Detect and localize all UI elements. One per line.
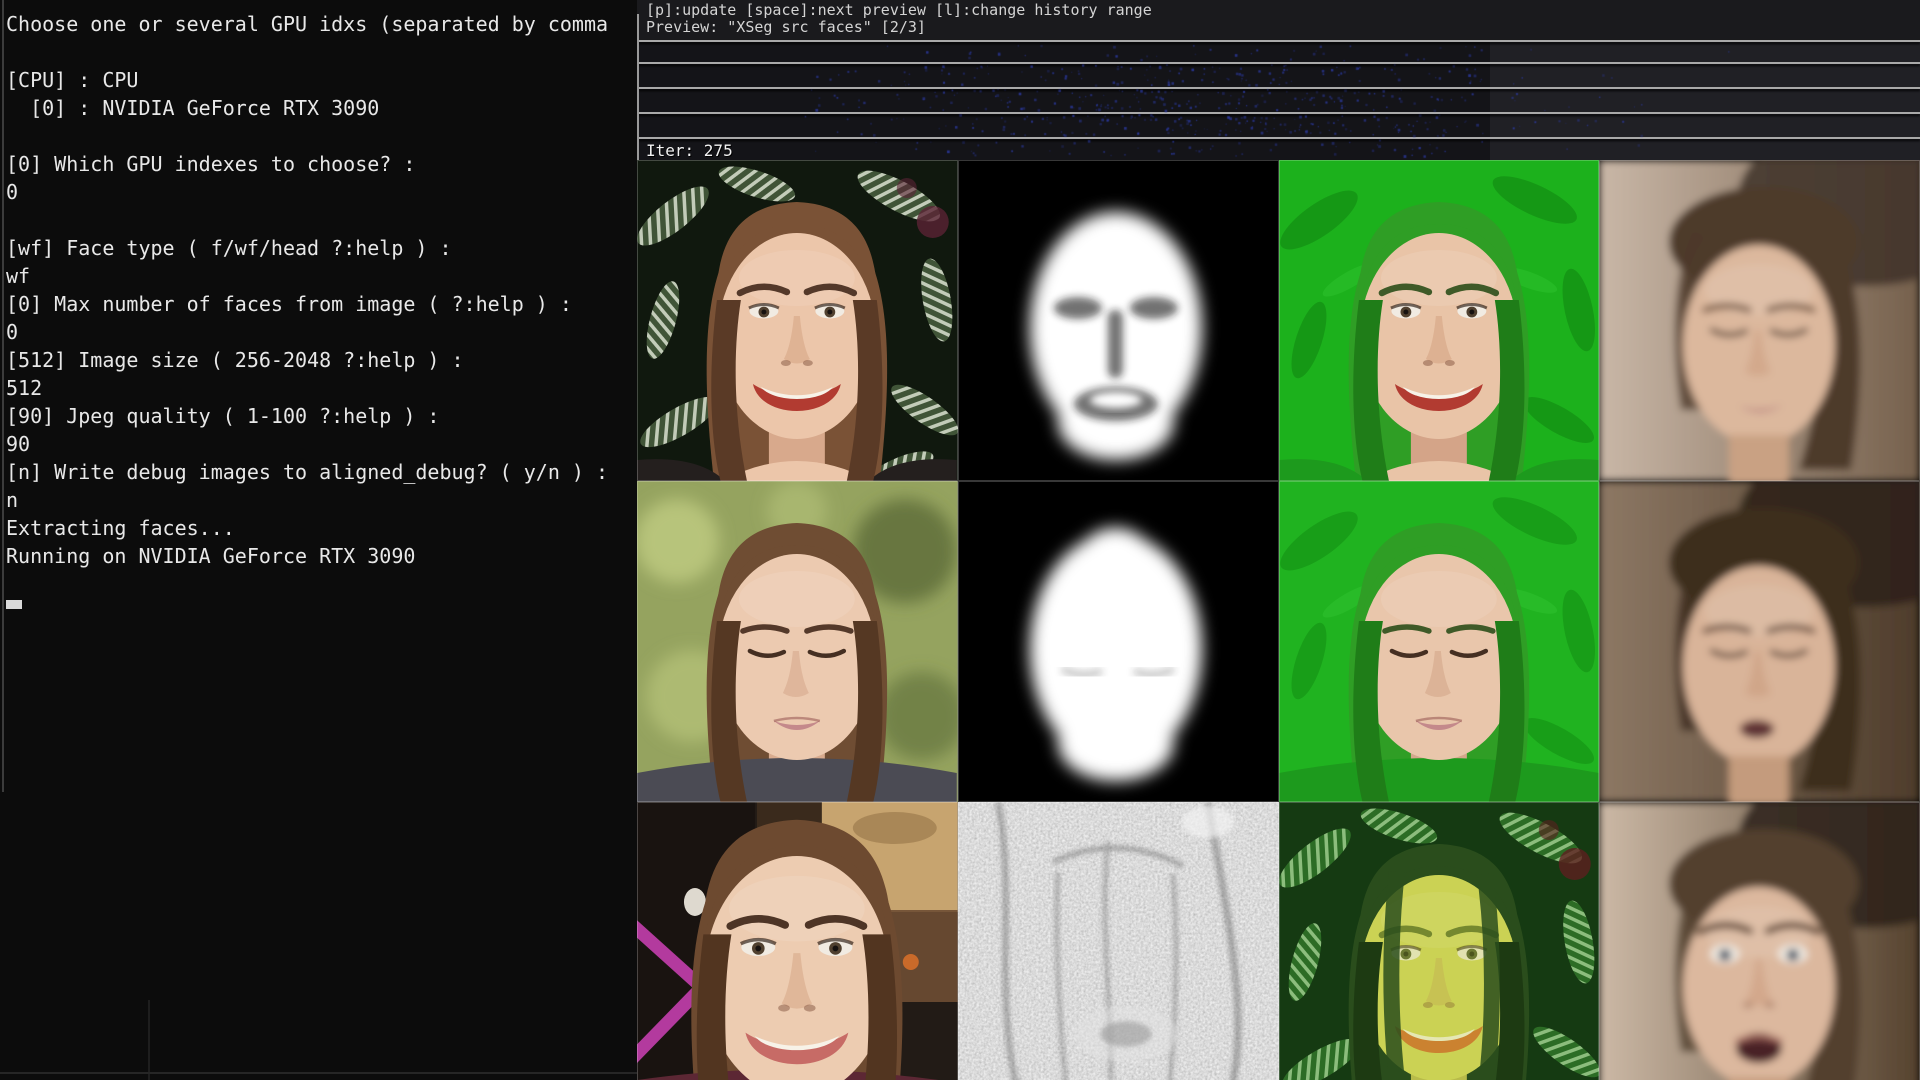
terminal-window[interactable]: Choose one or several GPU idxs (separate… [0, 0, 637, 1080]
preview-face-grid [637, 160, 1920, 1080]
preview-cell-predicted-3 [1599, 802, 1920, 1080]
loss-history-dots [637, 40, 1920, 160]
terminal-cursor [6, 600, 22, 609]
preview-cell-xseg-mask-1 [958, 160, 1279, 481]
preview-cell-xseg-hipass-3 [958, 802, 1279, 1080]
preview-cell-src-photo-1 [637, 160, 958, 481]
iteration-counter: Iter: 275 [646, 141, 733, 160]
preview-cell-xseg-overlay-1 [1279, 160, 1600, 481]
preview-cell-predicted-2 [1599, 481, 1920, 802]
preview-cell-xseg-mask-2 [958, 481, 1279, 802]
preview-window[interactable]: [p]:update [space]:next preview [l]:chan… [637, 0, 1920, 1080]
preview-left-border [637, 14, 639, 160]
terminal-edge-line [148, 1000, 150, 1080]
terminal-bottom-line [0, 1072, 637, 1074]
preview-cell-src-photo-2 [637, 481, 958, 802]
preview-cell-xseg-overlay-2 [1279, 481, 1600, 802]
screen: Choose one or several GPU idxs (separate… [0, 0, 1920, 1080]
preview-cell-xseg-overlay-3 [1279, 802, 1600, 1080]
preview-hotkeys: [p]:update [space]:next preview [l]:chan… [646, 2, 1152, 19]
preview-title: Preview: "XSeg src faces" [2/3] [646, 19, 926, 36]
preview-cell-predicted-1 [1599, 160, 1920, 481]
terminal-border [2, 0, 4, 792]
terminal-output: Choose one or several GPU idxs (separate… [0, 0, 637, 570]
preview-cell-src-photo-3 [637, 802, 958, 1080]
